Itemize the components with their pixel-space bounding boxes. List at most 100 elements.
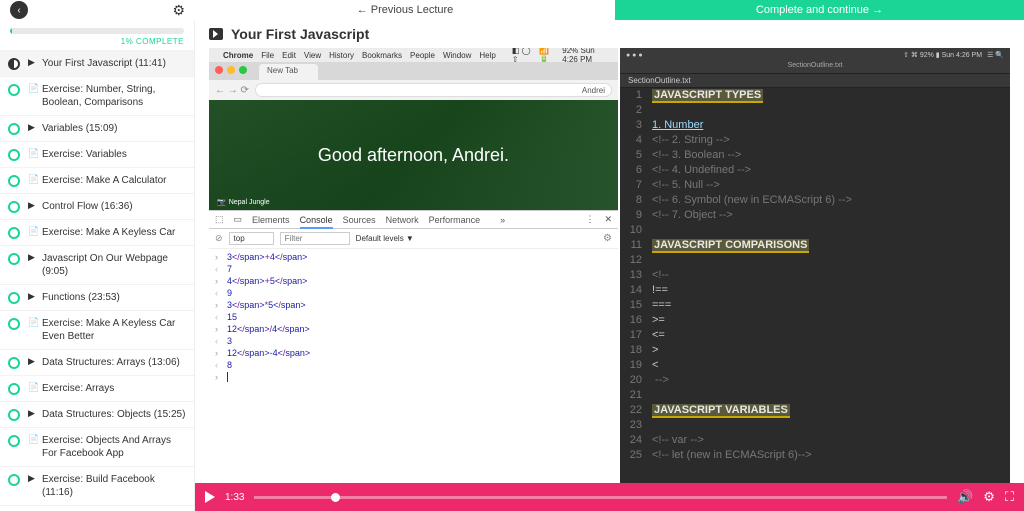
settings-icon[interactable]: ⚙ [172, 2, 185, 19]
lesson-item[interactable]: 📄Exercise: Objects And Arrays For Facebo… [0, 427, 194, 466]
progress-text: 1% COMPLETE [10, 37, 184, 46]
chrome-tabstrip: New Tab [209, 62, 618, 80]
lesson-label: Exercise: Variables [42, 148, 127, 161]
fullscreen-icon[interactable]: ⛶ [1005, 489, 1014, 505]
hero-caption: 📷Nepal Jungle [217, 198, 270, 206]
video-icon: ▶ [28, 291, 38, 302]
video-icon: ▶ [28, 252, 38, 263]
lesson-item[interactable]: 📄 Exercise: Number, String, Boolean, Comp… [0, 76, 194, 115]
lesson-item[interactable]: ▶ Data Structures: Arrays (13:06) [0, 349, 194, 375]
lesson-label: Data Structures: Arrays (13:06) [42, 356, 180, 369]
video-icon: ▶ [28, 408, 38, 419]
devtools-menu-icon[interactable]: ⋮ [585, 214, 594, 225]
mac-menu-item[interactable]: Chrome [223, 51, 253, 60]
mac-menu-item[interactable]: Edit [282, 51, 296, 60]
lesson-label: Exercise: Objects And Arrays For Faceboo… [42, 434, 186, 460]
lesson-label: Exercise: Build Facebook (11:16) [42, 473, 186, 499]
lesson-item[interactable]: ▶Variables (15:09) [0, 115, 194, 141]
devtools-panel: ⬚ ▭ Elements Console Sources Network Perform… [209, 210, 618, 483]
progress-bar [10, 28, 184, 34]
devtools-tab[interactable]: Sources [343, 215, 376, 225]
console-output[interactable]: ›3</span>+4</span>‹7›4</span>+5</span>‹9… [209, 249, 618, 483]
video-icon: ▶ [28, 356, 38, 367]
lesson-status-icon [8, 175, 20, 187]
more-tabs-icon[interactable]: » [500, 215, 505, 225]
video-icon: ▶ [28, 57, 38, 68]
lesson-status-icon [8, 58, 20, 70]
lesson-item[interactable]: ▶ Javascript On Our Webpage (9:05) [0, 245, 194, 284]
lesson-item[interactable]: ▶ Functions (23:53) [0, 284, 194, 310]
lesson-label: Functions (23:53) [42, 291, 120, 304]
mac-menu-item[interactable]: People [410, 51, 435, 60]
devtools-close-icon[interactable]: ✕ [604, 214, 612, 225]
arrow-left-icon: ← [357, 4, 371, 16]
lesson-status-icon [8, 227, 20, 239]
inspect-icon[interactable]: ⬚ [215, 214, 224, 225]
mac-menu-item[interactable]: Bookmarks [362, 51, 402, 60]
lesson-label: Exercise: Number, String, Boolean, Compa… [42, 83, 186, 109]
devtools-tab[interactable]: Network [386, 215, 419, 225]
lesson-item[interactable]: 📄Exercise: Make A Keyless Car [0, 219, 194, 245]
greeting-text: Good afternoon, Andrei. [318, 145, 509, 166]
mac-menu-item[interactable]: Window [443, 51, 471, 60]
lesson-label: Variables (15:09) [42, 122, 117, 135]
player-settings-icon[interactable]: ⚙ [983, 489, 995, 505]
lesson-item[interactable]: ▶Your First Javascript (11:41) [0, 50, 194, 76]
browser-nav-icons[interactable]: ← → ⟳ [215, 85, 249, 96]
mac-menu-item[interactable]: Help [479, 51, 495, 60]
lesson-item[interactable]: 📄Exercise: Variables [0, 141, 194, 167]
editor-body[interactable]: 1234567891011121314151617181920212223242… [620, 88, 1010, 483]
lesson-item[interactable]: ▶Javascript Terminology (3:43) [0, 505, 194, 511]
window-controls[interactable] [215, 66, 247, 74]
devtools-tab[interactable]: Elements [252, 215, 290, 225]
lesson-label: Exercise: Make A Keyless Car Even Better [42, 317, 186, 343]
document-icon: 📄 [28, 317, 38, 328]
lesson-status-icon [8, 474, 20, 486]
lesson-item[interactable]: ▶Exercise: Build Facebook (11:16) [0, 466, 194, 505]
lesson-status-icon [8, 409, 20, 421]
lesson-item[interactable]: 📄 Exercise: Make A Calculator [0, 167, 194, 193]
mac-menu-item[interactable]: File [261, 51, 274, 60]
editor-titlebar: SectionOutline.txt [620, 62, 1010, 74]
document-icon: 📄 [28, 174, 38, 185]
browser-pane: Chrome File Edit View History Bookmarks People… [209, 48, 618, 483]
volume-icon[interactable]: 🔊 [957, 489, 973, 505]
play-button[interactable] [205, 491, 215, 503]
address-bar[interactable]: Andrei [255, 83, 612, 97]
filter-input[interactable] [280, 232, 350, 245]
document-icon: 📄 [28, 382, 38, 393]
document-icon: 📄 [28, 83, 38, 94]
previous-lecture-button[interactable]: ← Previous Lecture [195, 0, 615, 20]
lesson-status-icon [8, 318, 20, 330]
context-select[interactable]: top [229, 232, 274, 245]
editor-tab[interactable]: SectionOutline.txt [620, 74, 1010, 88]
lesson-label: Javascript On Our Webpage (9:05) [42, 252, 186, 278]
log-levels-select[interactable]: Default levels ▼ [356, 234, 414, 243]
complete-continue-button[interactable]: Complete and continue → [615, 0, 1024, 20]
devtools-tab[interactable]: Console [300, 215, 333, 229]
browser-tab[interactable]: New Tab [259, 64, 318, 80]
clear-console-icon[interactable]: ⊘ [215, 233, 223, 244]
lesson-status-icon [8, 383, 20, 395]
document-icon: 📄 [28, 226, 38, 237]
lesson-item[interactable]: 📄Exercise: Arrays [0, 375, 194, 401]
arrow-right-icon: → [869, 4, 883, 16]
lesson-status-icon [8, 201, 20, 213]
console-settings-icon[interactable]: ⚙ [603, 233, 612, 244]
lesson-item[interactable]: ▶Control Flow (16:36) [0, 193, 194, 219]
page-title: Your First Javascript [231, 26, 369, 42]
devtools-tab[interactable]: Performance [429, 215, 481, 225]
lesson-status-icon [8, 357, 20, 369]
lesson-item[interactable]: 📄 Exercise: Make A Keyless Car Even Bette… [0, 310, 194, 349]
mac-menu-item[interactable]: View [304, 51, 321, 60]
mac-menu-item[interactable]: History [329, 51, 354, 60]
lesson-sidebar[interactable]: 1% COMPLETE ▶Your First Javascript (11:4… [0, 20, 195, 511]
editor-pane: ● ● ● ⇧ ⌘ 92% ▮ Sun 4:26 PM☰ 🔍 SectionOu… [620, 48, 1010, 483]
lesson-item[interactable]: ▶Data Structures: Objects (15:25) [0, 401, 194, 427]
lesson-status-icon [8, 84, 20, 96]
back-button[interactable]: ‹ [10, 1, 28, 19]
device-icon[interactable]: ▭ [234, 214, 243, 225]
lesson-label: Exercise: Make A Calculator [42, 174, 167, 187]
seek-bar[interactable] [254, 496, 947, 499]
lesson-status-icon [8, 292, 20, 304]
